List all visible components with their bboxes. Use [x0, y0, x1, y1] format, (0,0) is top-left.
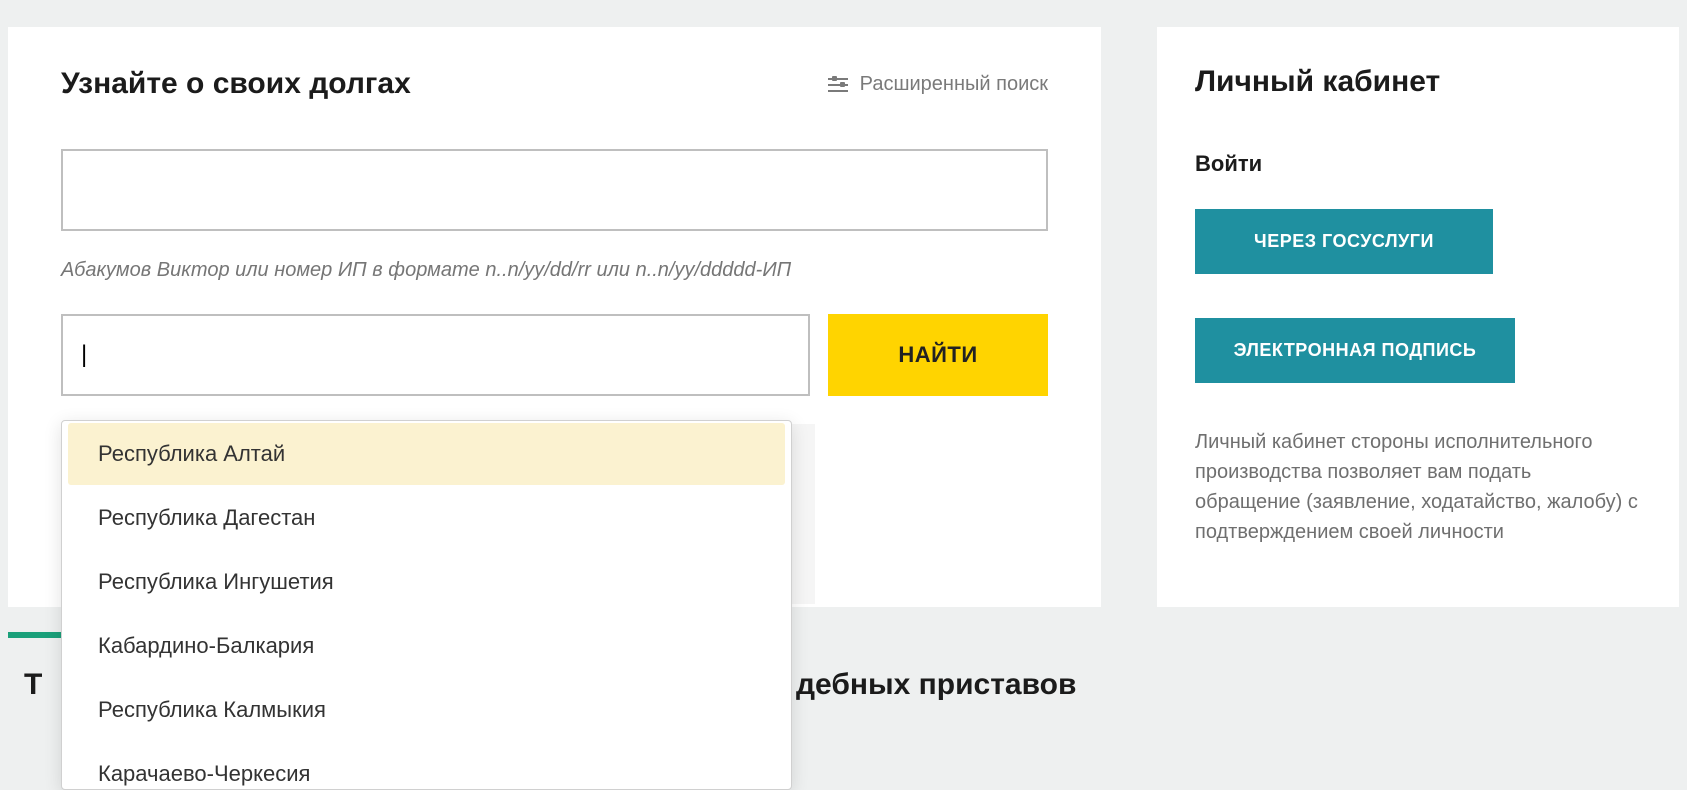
query-hint: Абакумов Виктор или номер ИП в формате n…	[61, 259, 1048, 282]
sliders-icon	[828, 76, 848, 92]
region-row: НАЙТИ	[61, 314, 1048, 396]
page-title: Узнайте о своих долгах	[61, 67, 411, 101]
dropdown-option[interactable]: Республика Алтай	[68, 423, 785, 485]
region-dropdown: Республика Алтай Республика Дагестан Рес…	[61, 420, 792, 790]
advanced-search-label: Расширенный поиск	[860, 73, 1048, 96]
dropdown-option[interactable]: Республика Калмыкия	[68, 679, 785, 741]
region-input[interactable]	[61, 314, 810, 396]
account-description: Личный кабинет стороны исполнительного п…	[1195, 427, 1641, 547]
bg-heading-left: Т	[24, 668, 42, 702]
dropdown-option[interactable]: Республика Дагестан	[68, 487, 785, 549]
dropdown-option[interactable]: Кабардино-Балкария	[68, 615, 785, 677]
login-gosuslugi-button[interactable]: ЧЕРЕЗ ГОСУСЛУГИ	[1195, 209, 1493, 274]
dropdown-option[interactable]: Республика Ингушетия	[68, 551, 785, 613]
account-title: Личный кабинет	[1195, 65, 1641, 99]
advanced-search-link[interactable]: Расширенный поиск	[828, 73, 1048, 96]
dropdown-option[interactable]: Карачаево-Черкесия	[68, 743, 785, 789]
bg-heading-right: дебных приставов	[796, 668, 1076, 702]
query-input[interactable]	[61, 149, 1048, 231]
login-esign-button[interactable]: ЭЛЕКТРОННАЯ ПОДПИСЬ	[1195, 318, 1515, 383]
login-label: Войти	[1195, 151, 1641, 177]
region-dropdown-scroll[interactable]: Республика Алтай Республика Дагестан Рес…	[62, 421, 791, 789]
find-button[interactable]: НАЙТИ	[828, 314, 1048, 396]
account-panel: Личный кабинет Войти ЧЕРЕЗ ГОСУСЛУГИ ЭЛЕ…	[1157, 27, 1679, 607]
search-header: Узнайте о своих долгах Расширенный поиск	[61, 67, 1048, 101]
